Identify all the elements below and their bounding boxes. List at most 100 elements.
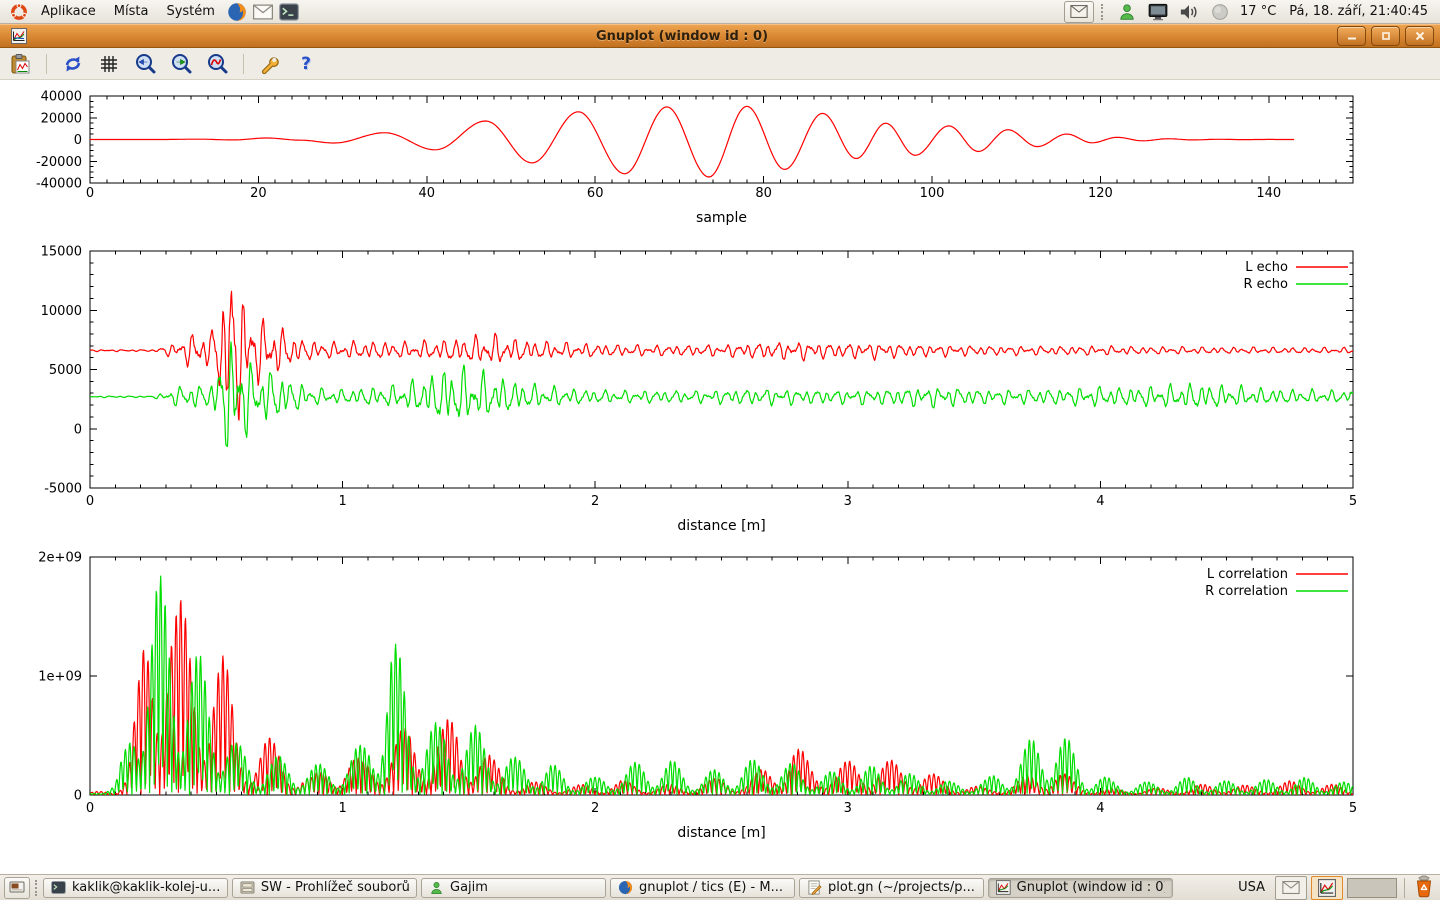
keyboard-layout-indicator[interactable]: USA [1232,880,1271,895]
gnuplot-window: Gnuplot (window id : 0) [0,24,1440,874]
task-label: gnuplot / tics (E) - M... [639,880,783,895]
chart-echo: 0 1 2 3 4 5 15000 10000 5000 0 -5000 distance [m] L … [41,245,1358,535]
chart-correlation: 0 1 2 3 4 5 2e+09 1e+09 0 distance [m] L correlati… [38,551,1357,842]
autoscale-icon[interactable] [205,52,229,76]
maximize-button[interactable] [1371,26,1400,46]
series-line-R correlation [90,576,1353,795]
task-gajim[interactable]: Gajim [421,878,606,898]
gnuplot-plots[interactable]: 02040608010012014040000200000-20000-4000… [0,80,1440,874]
clock-label[interactable]: Pá, 18. září, 21:40:45 [1283,4,1434,19]
x-tick-label: 100 [920,186,945,201]
y-tick-label: 5000 [49,363,82,378]
replot-icon[interactable] [61,52,85,76]
tray-mail-icon[interactable] [1275,876,1307,900]
y-tick-label: 0 [74,422,82,437]
mail-notification-icon[interactable] [1064,1,1094,23]
task-label: kaklik@kaklik-kolej-u... [72,880,220,895]
user-switcher-icon[interactable] [1116,1,1138,23]
legend-label: L correlation [1207,567,1288,582]
x-tick-label: 80 [755,186,772,201]
legend-label: R correlation [1205,584,1288,599]
ubuntu-logo-icon[interactable] [8,1,30,23]
firefox-launcher-icon[interactable] [226,1,248,23]
tasklist-drag-handle[interactable] [35,880,41,896]
copy-to-clipboard-icon[interactable] [8,52,32,76]
series-line-waveform [90,106,1294,177]
gnuplot-toolbar: ? [0,48,1440,80]
help-icon[interactable]: ? [294,52,318,76]
x-axis-label: distance [m] [677,518,765,534]
task-label: Gajim [450,880,488,895]
minimize-button[interactable] [1337,26,1366,46]
weather-icon[interactable] [1209,1,1231,23]
plot-border [90,251,1353,488]
workspace-switcher[interactable] [1347,878,1397,898]
y-tick-label: 0 [74,133,82,148]
titlebar: Gnuplot (window id : 0) [0,24,1440,48]
legend-label: R echo [1243,277,1288,292]
chart-waveform: 02040608010012014040000200000-20000-4000… [36,90,1353,227]
y-tick-label: -5000 [44,482,82,497]
x-tick-label: 4 [1096,801,1104,816]
x-tick-label: 60 [587,186,604,201]
previous-zoom-icon[interactable] [133,52,157,76]
x-tick-label: 5 [1349,801,1357,816]
x-tick-label: 5 [1349,494,1357,509]
task-label: SW - Prohlížeč souborů [261,880,409,895]
close-button[interactable] [1405,26,1434,46]
task-terminal[interactable]: kaklik@kaklik-kolej-u... [43,878,228,898]
x-tick-label: 0 [86,801,94,816]
next-zoom-icon[interactable] [169,52,193,76]
task-label: plot.gn (~/projects/p... [828,880,975,895]
y-tick-label: 40000 [41,90,82,105]
tray-gnuplot-icon[interactable] [1311,876,1343,900]
window-title: Gnuplot (window id : 0) [32,29,1332,44]
x-tick-label: 3 [844,801,852,816]
x-tick-label: 4 [1096,494,1104,509]
window-icon[interactable] [8,25,30,47]
y-tick-label: 1e+09 [38,670,82,685]
terminal-launcher-icon[interactable] [278,1,300,23]
task-firefox[interactable]: gnuplot / tics (E) - M... [610,878,795,898]
display-icon[interactable] [1147,1,1169,23]
menu-applications[interactable]: Aplikace [32,0,105,23]
y-tick-label: 15000 [41,245,82,260]
x-tick-label: 0 [86,186,94,201]
x-tick-label: 1 [338,494,346,509]
applet-drag-handle[interactable] [1101,4,1107,20]
legend-label: L echo [1245,260,1288,275]
menu-system[interactable]: Systém [157,0,223,23]
y-tick-label: 2e+09 [38,551,82,566]
task-file-manager[interactable]: SW - Prohlížeč souborů [232,878,417,898]
show-desktop-button[interactable] [4,877,30,899]
menu-places[interactable]: Místa [105,0,158,23]
mail-launcher-icon[interactable] [252,1,274,23]
x-axis-label: sample [696,210,747,226]
x-tick-label: 2 [591,494,599,509]
task-gnuplot[interactable]: Gnuplot (window id : 0) [988,878,1173,898]
axes [90,96,1353,183]
y-tick-label: 0 [74,789,82,804]
plot-canvas-area: 02040608010012014040000200000-20000-4000… [0,80,1440,874]
trash-icon[interactable] [1412,874,1436,902]
gnome-panel: Aplikace Místa Systém [0,0,1440,24]
x-tick-label: 2 [591,801,599,816]
y-tick-label: 10000 [41,304,82,319]
x-tick-label: 1 [338,801,346,816]
x-tick-label: 3 [844,494,852,509]
temperature-label[interactable]: 17 °C [1238,4,1278,19]
task-label: Gnuplot (window id : 0) [1017,880,1165,895]
toggle-grid-icon[interactable] [97,52,121,76]
toolbar-separator [243,54,244,74]
y-tick-label: 20000 [41,111,82,126]
x-tick-label: 0 [86,494,94,509]
toolbar-separator [46,54,47,74]
applet-separator [1404,878,1405,898]
configure-icon[interactable] [258,52,282,76]
volume-icon[interactable] [1178,1,1200,23]
task-text-editor[interactable]: plot.gn (~/projects/p... [799,878,984,898]
x-axis-label: distance [m] [677,825,765,841]
x-tick-label: 120 [1088,186,1113,201]
y-tick-label: -20000 [36,155,82,170]
plot-border [90,96,1353,183]
